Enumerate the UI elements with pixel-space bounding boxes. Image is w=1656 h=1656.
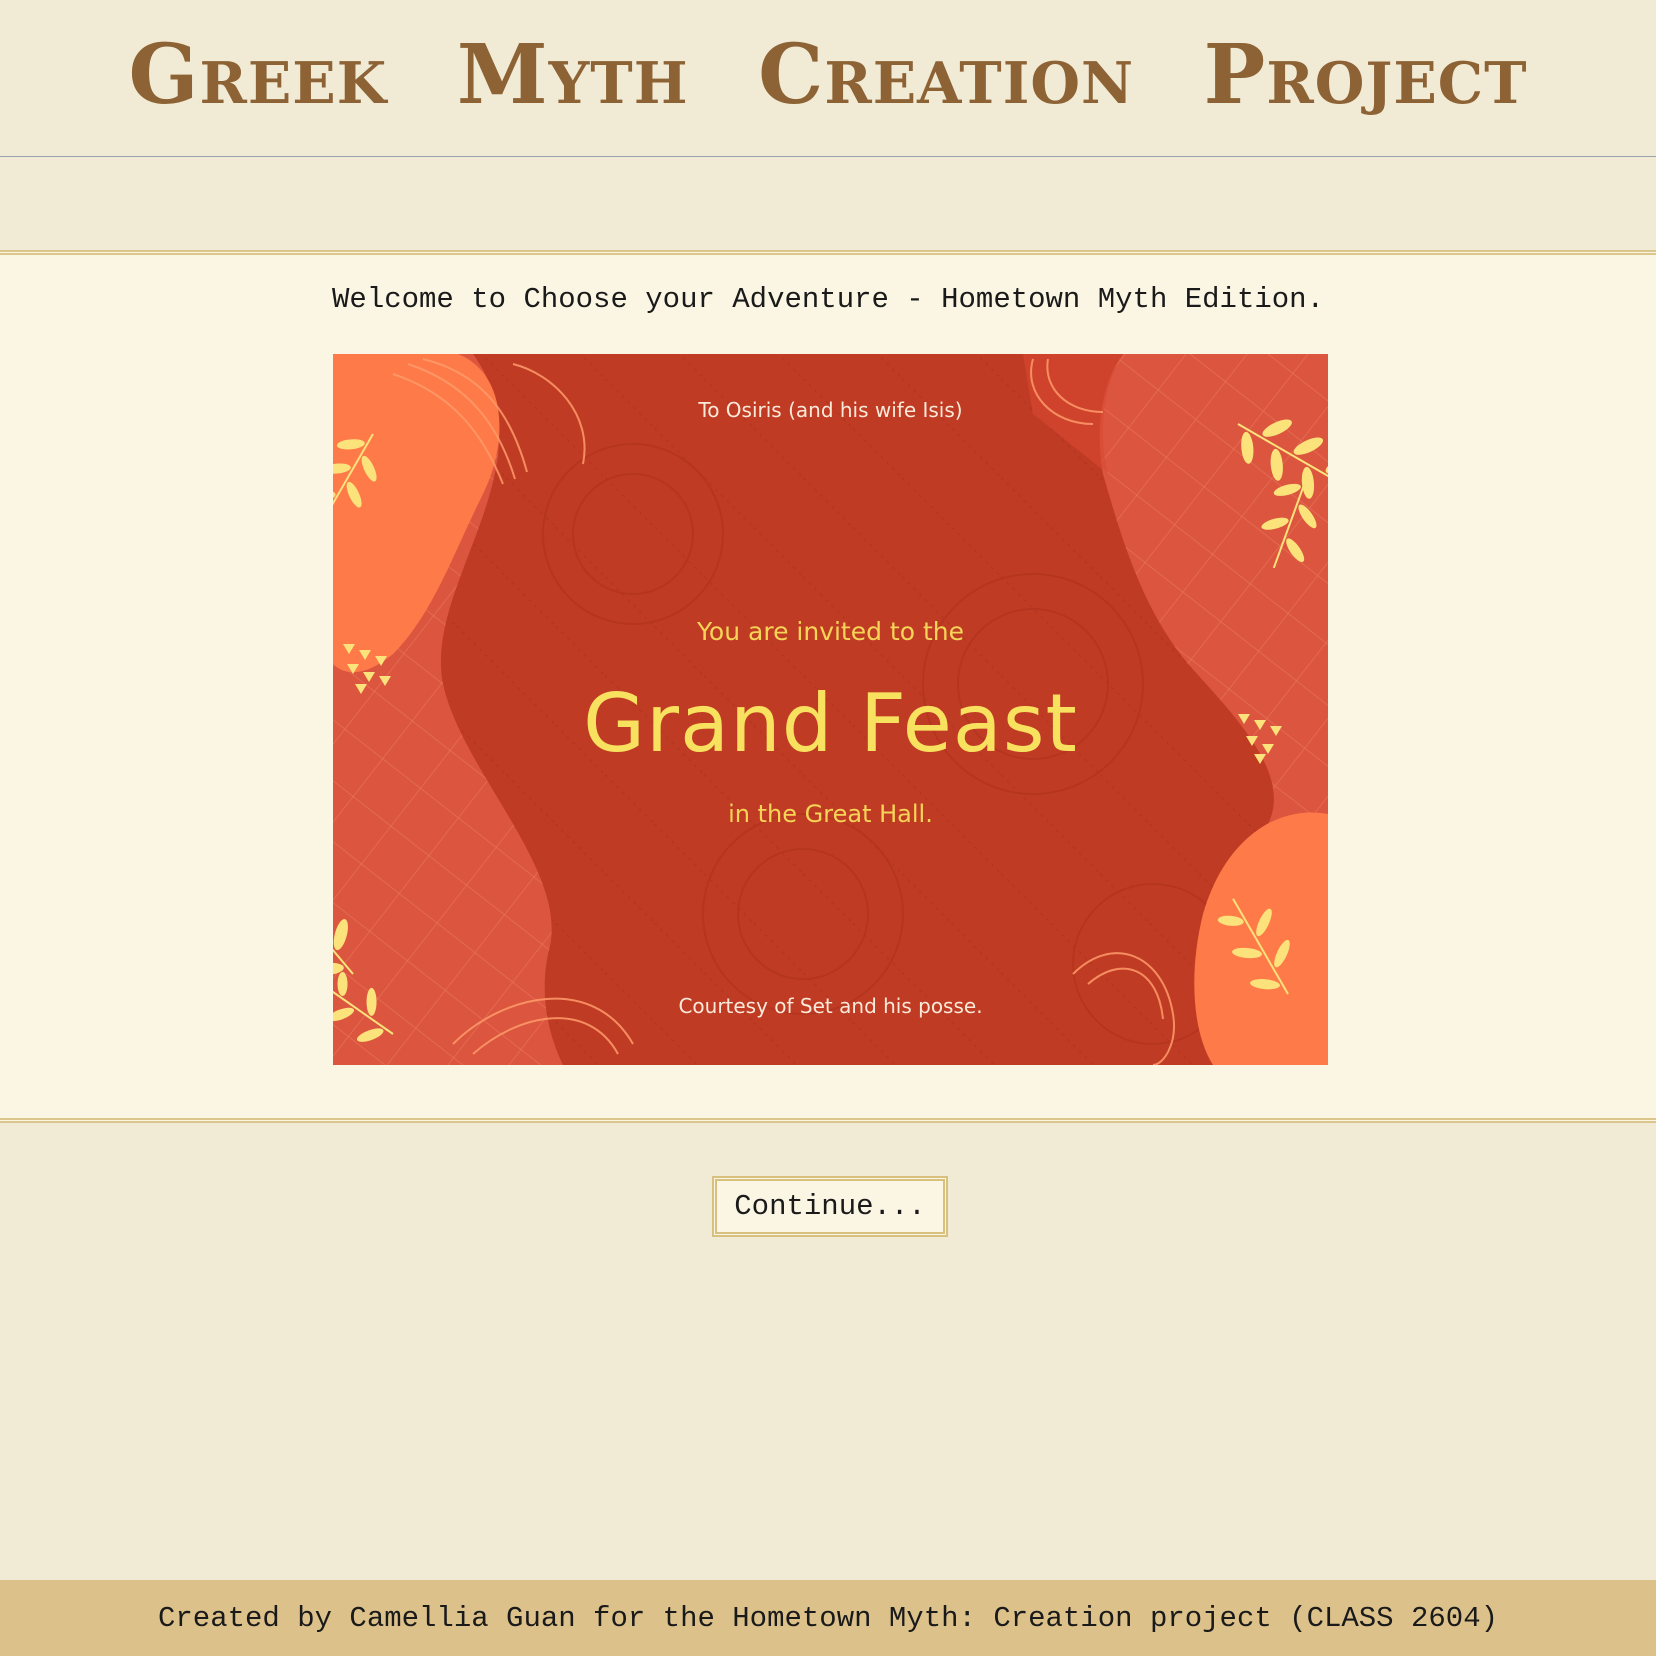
continue-button[interactable]: Continue... bbox=[712, 1176, 948, 1237]
site-header: Greek Myth Creation Project bbox=[0, 0, 1656, 157]
invitation-courtesy: Courtesy of Set and his posse. bbox=[678, 994, 983, 1018]
invitation-title: Grand Feast bbox=[583, 677, 1078, 770]
footer-credit: Created by Camellia Guan for the Hometow… bbox=[157, 1601, 1499, 1635]
main-content: Welcome to Choose your Adventure - Homet… bbox=[0, 250, 1656, 1123]
invitation-intro: You are invited to the bbox=[696, 617, 965, 646]
welcome-text: Welcome to Choose your Adventure - Homet… bbox=[332, 283, 1324, 316]
site-title: Greek Myth Creation Project bbox=[128, 27, 1528, 123]
invitation-image: To Osiris (and his wife Isis) You are in… bbox=[333, 354, 1328, 1065]
invitation-recipient: To Osiris (and his wife Isis) bbox=[698, 398, 963, 422]
invitation-location: in the Great Hall. bbox=[728, 800, 933, 828]
site-footer: Created by Camellia Guan for the Hometow… bbox=[0, 1580, 1656, 1656]
